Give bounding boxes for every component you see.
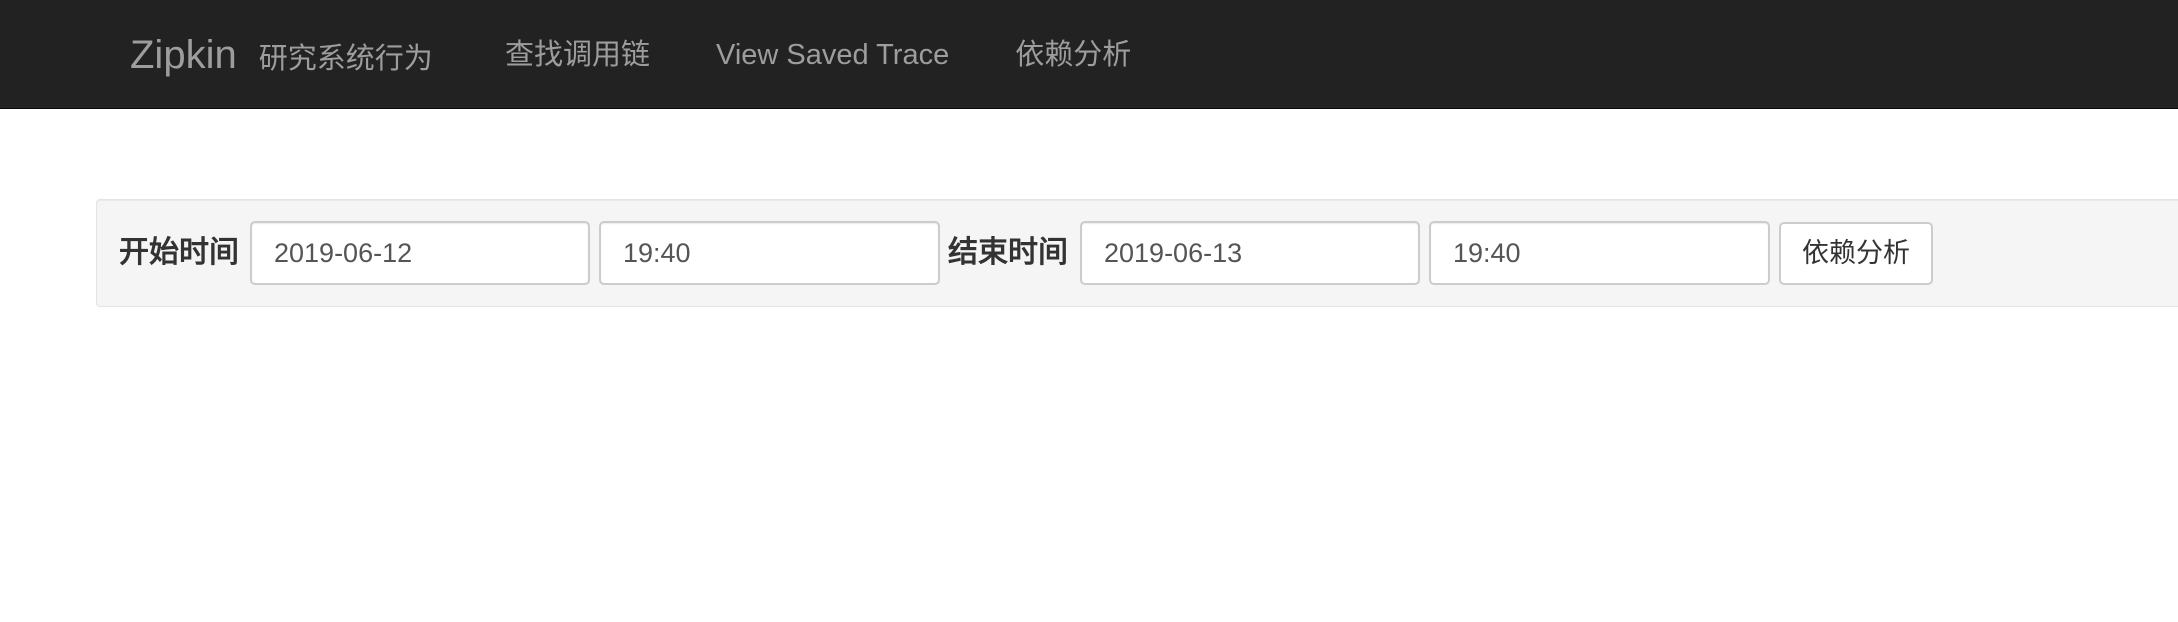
brand-tagline: 研究系统行为 <box>258 43 433 75</box>
nav-link-dependencies[interactable]: 依赖分析 <box>1015 30 1131 80</box>
nav-link-view-saved-trace[interactable]: View Saved Trace <box>716 30 949 80</box>
nav-link-find-trace[interactable]: 查找调用链 <box>505 30 650 80</box>
end-date-input[interactable] <box>1080 221 1420 285</box>
brand-link[interactable]: Zipkin 研究系统行为 <box>130 30 433 80</box>
start-time-input[interactable] <box>599 221 940 285</box>
dependency-filter-form: 开始时间 结束时间 依赖分析 <box>96 199 2178 307</box>
start-date-input[interactable] <box>250 221 590 285</box>
nav-links: 查找调用链 View Saved Trace 依赖分析 <box>505 30 1131 80</box>
start-time-label: 开始时间 <box>119 236 239 269</box>
end-time-input[interactable] <box>1429 221 1770 285</box>
analyze-dependencies-button[interactable]: 依赖分析 <box>1779 222 1933 285</box>
top-navbar: Zipkin 研究系统行为 查找调用链 View Saved Trace 依赖分… <box>0 0 2178 109</box>
brand-name: Zipkin <box>130 33 237 77</box>
end-time-label: 结束时间 <box>948 236 1068 269</box>
